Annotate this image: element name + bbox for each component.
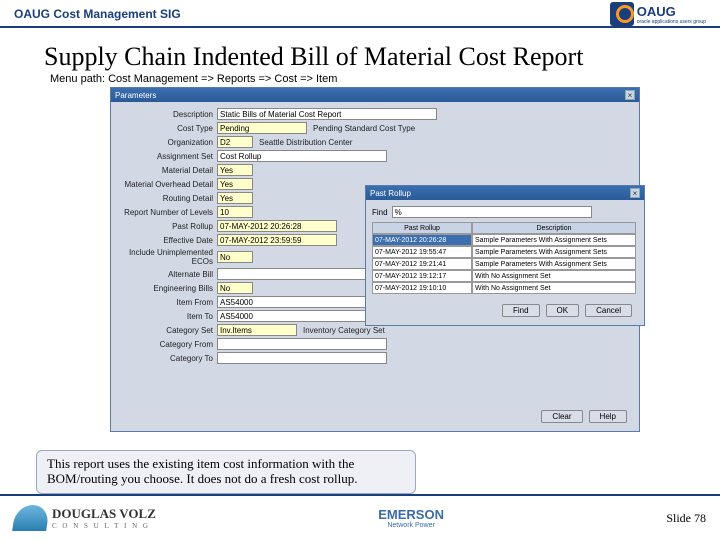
footer: DOUGLAS VOLZ C O N S U L T I N G EMERSON… bbox=[0, 494, 720, 540]
dv-logo: DOUGLAS VOLZ C O N S U L T I N G bbox=[14, 505, 156, 531]
field-label: Material Detail bbox=[117, 166, 217, 175]
emerson-text: EMERSON bbox=[378, 507, 444, 522]
cell-rollup: 07-MAY-2012 19:12:17 bbox=[372, 270, 472, 282]
field-label: Routing Detail bbox=[117, 194, 217, 203]
field-input[interactable]: Yes bbox=[217, 164, 253, 176]
table-row[interactable]: 07-MAY-2012 19:21:41Sample Parameters Wi… bbox=[372, 258, 638, 270]
col-past-rollup: Past Rollup bbox=[372, 222, 472, 234]
emerson-logo: EMERSON Network Power bbox=[378, 507, 444, 529]
field-input[interactable]: 07-MAY-2012 20:26:28 bbox=[217, 220, 337, 232]
clear-button[interactable]: Clear bbox=[541, 410, 582, 423]
field-label: Assignment Set bbox=[117, 152, 217, 161]
field-label: Report Number of Levels bbox=[117, 208, 217, 217]
form-row: Cost TypePendingPending Standard Cost Ty… bbox=[117, 122, 633, 134]
field-label: Cost Type bbox=[117, 124, 217, 133]
cell-rollup: 07-MAY-2012 19:10:10 bbox=[372, 282, 472, 294]
field-label: Include Unimplemented ECOs bbox=[117, 248, 217, 266]
callout-box: This report uses the existing item cost … bbox=[36, 450, 416, 494]
table-row[interactable]: 07-MAY-2012 20:26:28Sample Parameters Wi… bbox=[372, 234, 638, 246]
screenshot-area: Parameters × DescriptionStatic Bills of … bbox=[70, 87, 650, 432]
field-label: Organization bbox=[117, 138, 217, 147]
find-label: Find bbox=[372, 208, 392, 217]
field-label: Item From bbox=[117, 298, 217, 307]
cell-desc: Sample Parameters With Assignment Sets bbox=[472, 234, 636, 246]
table-row[interactable]: 07-MAY-2012 19:55:47Sample Parameters Wi… bbox=[372, 246, 638, 258]
form-row: DescriptionStatic Bills of Material Cost… bbox=[117, 108, 633, 120]
find-button[interactable]: Find bbox=[502, 304, 540, 317]
form-row: OrganizationD2Seattle Distribution Cente… bbox=[117, 136, 633, 148]
oaug-logo-icon bbox=[610, 2, 634, 26]
find-input[interactable]: % bbox=[392, 206, 592, 218]
field-label: Description bbox=[117, 110, 217, 119]
form-row: Assignment SetCost Rollup bbox=[117, 150, 633, 162]
cell-rollup: 07-MAY-2012 19:21:41 bbox=[372, 258, 472, 270]
field-label: Category Set bbox=[117, 326, 217, 335]
field-label: Material Overhead Detail bbox=[117, 180, 217, 189]
close-icon[interactable]: × bbox=[625, 90, 635, 100]
field-input[interactable]: No bbox=[217, 282, 253, 294]
oaug-logo-sub: oracle applications users group bbox=[637, 19, 706, 25]
header-bar: OAUG Cost Management SIG OAUG oracle app… bbox=[0, 0, 720, 28]
field-description: Seattle Distribution Center bbox=[253, 138, 352, 147]
field-input[interactable]: 10 bbox=[217, 206, 253, 218]
field-input[interactable]: Cost Rollup bbox=[217, 150, 387, 162]
field-label: Alternate Bill bbox=[117, 270, 217, 279]
field-input[interactable] bbox=[217, 268, 387, 280]
field-input[interactable]: AS54000 bbox=[217, 296, 387, 308]
help-button[interactable]: Help bbox=[589, 410, 627, 423]
dv-main: DOUGLAS VOLZ bbox=[52, 506, 156, 522]
table-row[interactable]: 07-MAY-2012 19:10:10With No Assignment S… bbox=[372, 282, 638, 294]
slide-number: Slide 78 bbox=[666, 511, 706, 526]
field-input[interactable]: Pending bbox=[217, 122, 307, 134]
ok-button[interactable]: OK bbox=[546, 304, 580, 317]
field-label: Item To bbox=[117, 312, 217, 321]
col-description: Description bbox=[472, 222, 636, 234]
field-input[interactable]: No bbox=[217, 251, 253, 263]
field-label: Past Rollup bbox=[117, 222, 217, 231]
cancel-button[interactable]: Cancel bbox=[585, 304, 632, 317]
cell-desc: Sample Parameters With Assignment Sets bbox=[472, 258, 636, 270]
form-row: Category To bbox=[117, 352, 633, 364]
field-input[interactable]: Yes bbox=[217, 178, 253, 190]
oaug-logo-text: OAUG bbox=[637, 4, 706, 19]
table-row[interactable]: 07-MAY-2012 19:12:17With No Assignment S… bbox=[372, 270, 638, 282]
field-description: Inventory Category Set bbox=[297, 326, 385, 335]
page-title: Supply Chain Indented Bill of Material C… bbox=[44, 42, 720, 72]
field-input[interactable]: 07-MAY-2012 23:59:59 bbox=[217, 234, 337, 246]
cell-desc: With No Assignment Set bbox=[472, 270, 636, 282]
field-input[interactable] bbox=[217, 338, 387, 350]
field-input[interactable]: D2 bbox=[217, 136, 253, 148]
field-input[interactable]: Static Bills of Material Cost Report bbox=[217, 108, 437, 120]
cell-rollup: 07-MAY-2012 19:55:47 bbox=[372, 246, 472, 258]
cell-desc: Sample Parameters With Assignment Sets bbox=[472, 246, 636, 258]
cell-desc: With No Assignment Set bbox=[472, 282, 636, 294]
past-rollup-popup: Past Rollup × Find % Past Rollup Descrip… bbox=[365, 185, 645, 326]
field-input[interactable] bbox=[217, 352, 387, 364]
field-label: Category To bbox=[117, 354, 217, 363]
popup-title: Past Rollup bbox=[370, 189, 411, 198]
emerson-sub: Network Power bbox=[378, 522, 444, 529]
field-label: Category From bbox=[117, 340, 217, 349]
header-title: OAUG Cost Management SIG bbox=[14, 7, 181, 21]
parameters-title: Parameters bbox=[115, 91, 156, 100]
close-icon[interactable]: × bbox=[630, 188, 640, 198]
popup-titlebar: Past Rollup × bbox=[366, 186, 644, 200]
field-input[interactable]: Inv.Items bbox=[217, 324, 297, 336]
dv-sub: C O N S U L T I N G bbox=[52, 522, 156, 530]
field-description: Pending Standard Cost Type bbox=[307, 124, 415, 133]
field-label: Effective Date bbox=[117, 236, 217, 245]
field-label: Engineering Bills bbox=[117, 284, 217, 293]
menu-path: Menu path: Cost Management => Reports =>… bbox=[50, 73, 720, 85]
form-row: Category From bbox=[117, 338, 633, 350]
dv-wave-icon bbox=[12, 505, 50, 531]
form-row: Material DetailYes bbox=[117, 164, 633, 176]
cell-rollup: 07-MAY-2012 20:26:28 bbox=[372, 234, 472, 246]
oaug-logo: OAUG oracle applications users group bbox=[610, 2, 706, 26]
field-input[interactable]: AS54000 bbox=[217, 310, 387, 322]
field-input[interactable]: Yes bbox=[217, 192, 253, 204]
parameters-titlebar: Parameters × bbox=[111, 88, 639, 102]
